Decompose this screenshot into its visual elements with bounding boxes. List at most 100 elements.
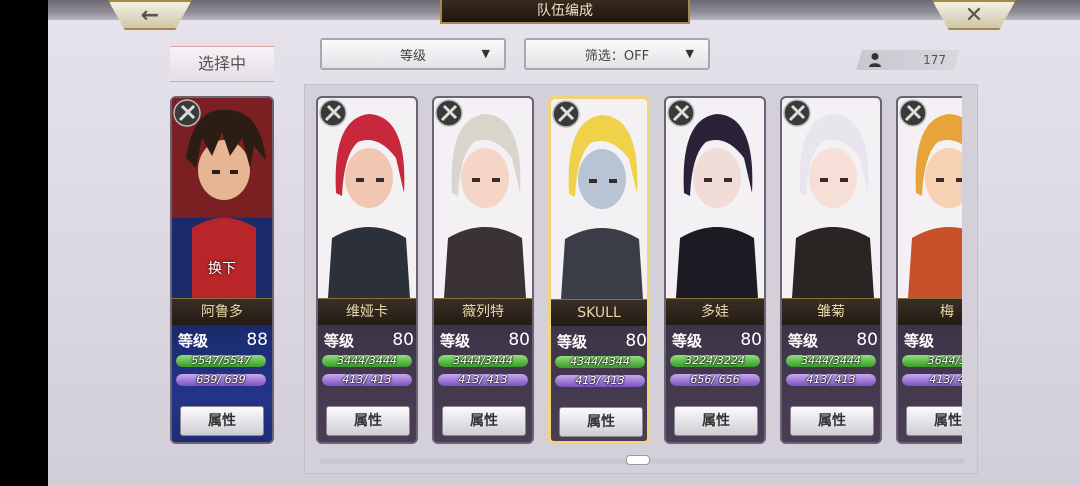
current-member-card[interactable]: 换下 阿鲁多 等级 88 5547/5547 639/ 639 属性	[170, 96, 274, 444]
level-value: 80	[625, 331, 647, 351]
character-card[interactable]: 梅等级80 3644/3 413/ 4 属性	[896, 96, 962, 444]
scrollbar-thumb[interactable]	[626, 455, 650, 465]
mp-text: 413/ 413	[458, 374, 508, 386]
character-stats: 等级80 3644/3 413/ 4 属性	[898, 325, 962, 442]
hp-text: 3444/3444	[801, 355, 861, 367]
level-row: 等级 80	[557, 331, 647, 351]
hp-bar: 5547/5547	[176, 355, 266, 367]
sword-class-icon	[667, 99, 695, 127]
hp-bar: 3224/3224	[670, 355, 760, 367]
mp-bar: 413/ 413	[438, 374, 528, 386]
character-portrait	[666, 98, 764, 298]
hp-text: 3224/3224	[685, 355, 745, 367]
character-card[interactable]: 维娅卡等级 80 3444/3444 413/ 413 属性	[316, 96, 418, 444]
character-name: SKULL	[551, 299, 647, 327]
character-portrait	[782, 98, 880, 298]
attributes-button[interactable]: 属性	[674, 406, 758, 436]
level-row: 等级80	[672, 330, 762, 350]
attributes-button[interactable]: 属性	[559, 407, 643, 437]
sword-class-icon	[173, 99, 201, 127]
hp-bar: 3444/3444	[322, 355, 412, 367]
sword-class-icon	[783, 99, 811, 127]
back-button[interactable]: ←	[108, 0, 192, 30]
hp-bar: 3444/3444	[786, 355, 876, 367]
character-card[interactable]: 薇列特等级 80 3444/3444 413/ 413 属性	[432, 96, 534, 444]
filter-dropdown[interactable]: 筛选：OFF ▼	[524, 38, 710, 70]
attributes-button[interactable]: 属性	[180, 406, 264, 436]
sort-dropdown-value: 等级	[399, 48, 426, 64]
character-card[interactable]: 多娃 等级 80 3224/3224 656/ 656 属性	[664, 96, 766, 444]
level-row: 等级 80	[440, 330, 530, 350]
filter-dropdown-value: 筛选：OFF	[584, 48, 650, 64]
level-label: 等级	[178, 332, 209, 350]
sword-class-icon	[319, 99, 347, 127]
page-title: 队伍编成	[440, 0, 690, 24]
level-label: 等级	[324, 332, 355, 350]
sword-class-icon	[899, 99, 927, 127]
mp-bar: 639/ 639	[176, 374, 266, 386]
mp-text: 413/ 4	[929, 374, 962, 386]
level-label: 等级	[440, 332, 471, 350]
character-name: 薇列特	[434, 298, 532, 326]
chevron-down-icon: ▼	[685, 47, 694, 60]
hp-text: 3444/3444	[453, 355, 513, 367]
person-icon	[869, 53, 881, 67]
close-icon: ✕	[964, 2, 984, 28]
character-stats: 等级 80 3224/3224 656/ 656 属性	[666, 325, 764, 442]
hp-bar: 3644/3	[902, 355, 962, 367]
attributes-button[interactable]: 属性	[442, 406, 526, 436]
mp-bar: 413/ 413	[322, 374, 412, 386]
mp-bar: 413/ 4	[902, 374, 962, 386]
back-arrow-icon: ←	[140, 2, 160, 28]
level-value: 88	[246, 330, 268, 350]
player-count-badge: 177	[856, 50, 960, 70]
mp-bar: 656/ 656	[670, 374, 760, 386]
character-stats: 等级 80 3444/3444 413/ 413 属性	[782, 325, 880, 442]
level-value: 80	[740, 330, 762, 350]
level-row: 等级 80	[788, 330, 878, 350]
level-label: 等级	[788, 332, 819, 350]
hp-text: 3644/3	[927, 355, 962, 367]
mp-text: 656/ 656	[690, 374, 740, 386]
mp-text: 413/ 413	[575, 375, 625, 387]
hp-text: 5547/5547	[191, 355, 251, 367]
mp-text: 413/ 413	[342, 374, 392, 386]
hp-text: 4344/4344	[570, 356, 630, 368]
character-stats: 等级 80 3444/3444 413/ 413 属性	[318, 325, 416, 442]
attributes-button[interactable]: 属性	[906, 406, 962, 436]
character-card[interactable]: 雏菊等级 80 3444/3444 413/ 413 属性	[780, 96, 882, 444]
character-name: 雏菊	[782, 298, 880, 326]
hp-bar: 3444/3444	[438, 355, 528, 367]
attributes-button[interactable]: 属性	[326, 406, 410, 436]
player-count-value: 177	[923, 53, 946, 67]
chevron-down-icon: ▼	[481, 47, 490, 60]
level-value: 80	[508, 330, 530, 350]
mp-text: 639/ 639	[196, 374, 246, 386]
close-button[interactable]: ✕	[932, 0, 1016, 30]
level-row: 等级80	[904, 330, 962, 350]
character-list[interactable]: 维娅卡 等级 80 3444/3444 413/ 413 属性 薇列特 等级 80 3444/34…	[312, 96, 962, 448]
character-stats: 等级 80 3444/3444 413/ 413 属性	[434, 325, 532, 442]
mp-bar: 413/ 413	[786, 374, 876, 386]
sword-class-icon	[435, 99, 463, 127]
swap-out-label: 换下	[208, 261, 236, 277]
character-portrait	[434, 98, 532, 298]
mp-bar: 413/ 413	[555, 375, 645, 387]
level-value: 80	[392, 330, 414, 350]
sword-class-icon	[552, 100, 580, 128]
hp-text: 3444/3444	[337, 355, 397, 367]
level-label: 等级	[557, 333, 588, 351]
character-name: 梅	[898, 298, 962, 326]
character-portrait	[551, 99, 647, 299]
sort-dropdown[interactable]: 等级 ▼	[320, 38, 506, 70]
team-formation-screen: ← ✕ 队伍编成 选择中 等级 ▼ 筛选：OFF ▼ 177 换下 阿鲁多 等级…	[48, 0, 1080, 486]
level-row: 等级 88	[178, 330, 268, 350]
level-row: 等级 80	[324, 330, 414, 350]
character-name: 维娅卡	[318, 298, 416, 326]
level-label: 等级	[904, 332, 935, 350]
current-member-name: 阿鲁多	[172, 298, 272, 326]
level-value: 80	[856, 330, 878, 350]
character-portrait	[318, 98, 416, 298]
attributes-button[interactable]: 属性	[790, 406, 874, 436]
character-card[interactable]: SKULL 等级 80 4344/4344 413/ 413 属性	[548, 96, 650, 444]
